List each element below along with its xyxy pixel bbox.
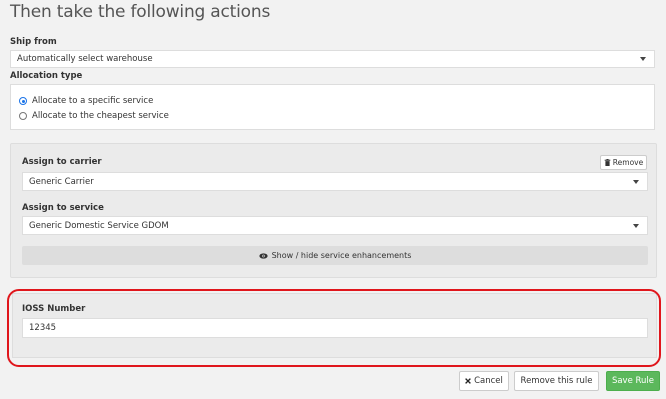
allocation-type-label: Allocation type (10, 71, 83, 81)
trash-icon (604, 159, 611, 166)
chevron-down-icon (633, 179, 639, 184)
save-rule-button[interactable]: Save Rule (606, 371, 660, 391)
assign-service-label: Assign to service (22, 203, 104, 213)
service-select[interactable]: Generic Domestic Service GDOM (22, 216, 648, 235)
page-title: Then take the following actions (10, 2, 271, 22)
assign-carrier-label: Assign to carrier (22, 157, 102, 167)
close-icon (465, 378, 471, 384)
service-value: Generic Domestic Service GDOM (29, 220, 169, 231)
show-hide-label: Show / hide service enhancements (271, 251, 412, 260)
radio-unchecked-icon[interactable] (19, 112, 27, 120)
remove-carrier-button[interactable]: Remove (600, 155, 647, 170)
eye-icon (258, 252, 268, 259)
ship-from-value: Automatically select warehouse (17, 54, 153, 64)
chevron-down-icon (640, 57, 646, 61)
show-hide-enhancements-button[interactable]: Show / hide service enhancements (22, 246, 648, 265)
cancel-button[interactable]: Cancel (459, 371, 509, 391)
ship-from-label: Ship from (10, 37, 57, 47)
remove-rule-label: Remove this rule (520, 376, 593, 386)
ship-from-select[interactable]: Automatically select warehouse (10, 50, 655, 68)
radio-option-cheapest[interactable]: Allocate to the cheapest service (19, 111, 169, 121)
radio-checked-icon[interactable] (19, 97, 27, 105)
highlight-annotation (7, 289, 661, 367)
radio-option-specific[interactable]: Allocate to a specific service (19, 96, 153, 106)
allocation-type-group: Allocate to a specific service Allocate … (10, 84, 655, 130)
radio-label-specific: Allocate to a specific service (32, 96, 154, 106)
carrier-value: Generic Carrier (29, 176, 94, 187)
cancel-label: Cancel (474, 376, 503, 386)
remove-rule-button[interactable]: Remove this rule (514, 371, 599, 391)
chevron-down-icon (633, 223, 639, 228)
save-rule-label: Save Rule (611, 376, 655, 386)
radio-label-cheapest: Allocate to the cheapest service (32, 111, 169, 121)
carrier-select[interactable]: Generic Carrier (22, 172, 648, 191)
remove-carrier-label: Remove (612, 158, 644, 167)
